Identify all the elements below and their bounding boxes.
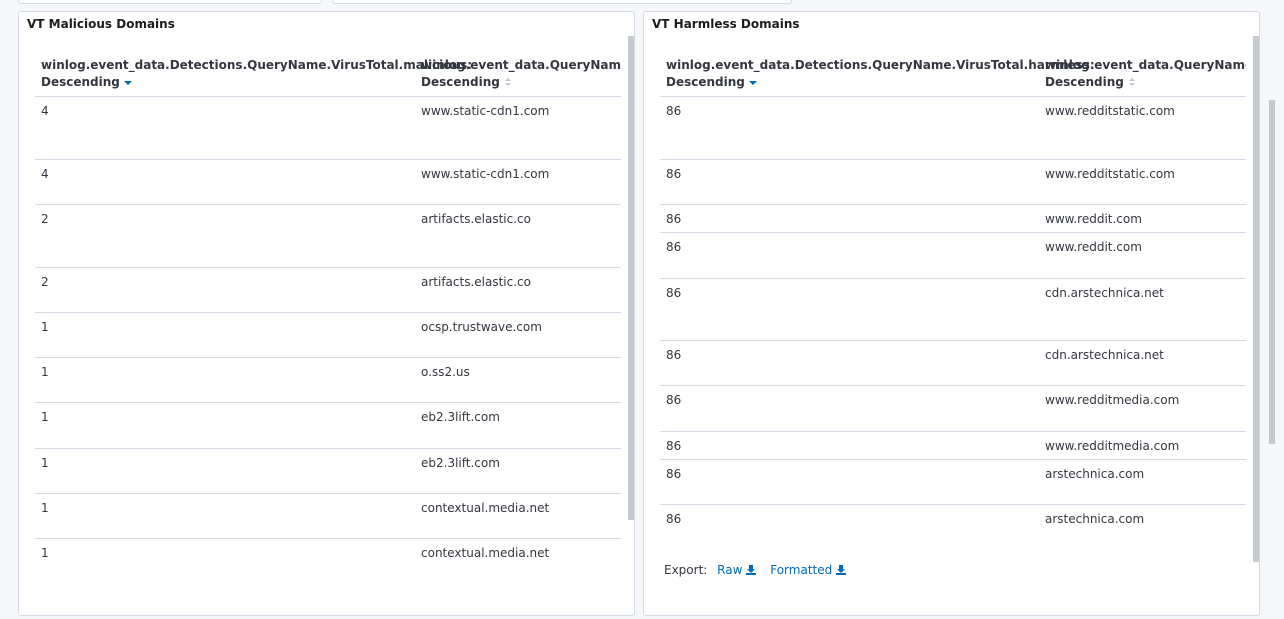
query-name: eb2.3lift.com [421, 456, 500, 470]
query-name: contextual.media.net [421, 501, 550, 515]
query-name: www.static-cdn1.com [421, 104, 550, 118]
table-row: 86 www.redditstatic.com [660, 97, 1246, 160]
export-label: Export: [664, 563, 708, 577]
export-raw-link[interactable]: Raw [717, 563, 757, 577]
query-name: www.reddit.com [1045, 212, 1142, 226]
table-row: 86 www.reddit.com [660, 233, 1246, 279]
query-name: arstechnica.com [1045, 512, 1145, 526]
harmless-count: 86 [666, 512, 682, 526]
harmless-count: 86 [666, 104, 682, 118]
table-row: 2 artifacts.elastic.co [35, 268, 621, 313]
export-bar: Export: Raw Formatted [664, 563, 847, 577]
panel-title: VT Malicious Domains [27, 17, 175, 31]
malicious-count: 4 [41, 104, 49, 118]
vertical-scrollbar[interactable] [628, 36, 634, 520]
query-name: www.reddit.com [1045, 240, 1142, 254]
sort-down-icon [748, 80, 757, 85]
harmless-count: 86 [666, 467, 682, 481]
top-panel-stub-left [18, 0, 322, 4]
table-header: winlog.event_data.Detections.QueryName.V… [35, 54, 621, 97]
query-name: contextual.media.net [421, 546, 550, 560]
table-row: 86 www.redditmedia.com [660, 386, 1246, 432]
table-row: 4 www.static-cdn1.com [35, 97, 621, 160]
download-icon [836, 565, 847, 575]
table-row: 86 cdn.arstechnica.net [660, 279, 1246, 341]
malicious-table: winlog.event_data.Detections.QueryName.V… [35, 54, 621, 574]
query-name: www.redditstatic.com [1045, 167, 1175, 181]
table-row: 86 www.redditmedia.com [660, 432, 1246, 460]
download-icon [746, 565, 757, 575]
harmless-count: 86 [666, 393, 682, 407]
table-row: 86 cdn.arstechnica.net [660, 341, 1246, 386]
query-name: o.ss2.us [421, 365, 470, 379]
harmless-count: 86 [666, 240, 682, 254]
malicious-count: 1 [41, 546, 49, 560]
query-name: ocsp.trustwave.com [421, 320, 542, 334]
column-header-query-name[interactable]: winlog.event_data.QueryName.keyword: Des… [1045, 57, 1246, 91]
sort-down-icon [123, 80, 132, 85]
vertical-scrollbar[interactable] [1253, 36, 1259, 562]
query-name: www.redditmedia.com [1045, 393, 1180, 407]
column-header-harmless[interactable]: winlog.event_data.Detections.QueryName.V… [666, 57, 1095, 91]
harmless-table: winlog.event_data.Detections.QueryName.V… [660, 54, 1246, 526]
table-row: 1 ocsp.trustwave.com [35, 313, 621, 358]
top-panel-stub-right [332, 0, 792, 4]
vt-harmless-panel: VT Harmless Domains winlog.event_data.De… [643, 11, 1260, 616]
table-row: 4 www.static-cdn1.com [35, 160, 621, 205]
table-row: 86 www.reddit.com [660, 205, 1246, 233]
malicious-count: 1 [41, 320, 49, 334]
export-formatted-label: Formatted [770, 563, 833, 577]
page-scrollbar[interactable] [1269, 100, 1275, 444]
query-name: artifacts.elastic.co [421, 212, 531, 226]
query-name: eb2.3lift.com [421, 410, 500, 424]
harmless-count: 86 [666, 212, 682, 226]
sort-label: Descending [421, 75, 500, 89]
table-header: winlog.event_data.Detections.QueryName.V… [660, 54, 1246, 97]
column-header-label: winlog.event_data.QueryName.keyword: [1045, 58, 1246, 72]
query-name: cdn.arstechnica.net [1045, 348, 1164, 362]
query-name: www.redditstatic.com [1045, 104, 1175, 118]
table-row: 1 eb2.3lift.com [35, 403, 621, 449]
sort-label: Descending [666, 75, 745, 89]
column-header-query-name[interactable]: winlog.event_data.QueryName.keyword: Des… [421, 57, 621, 91]
query-name: www.static-cdn1.com [421, 167, 550, 181]
sortable-icon [1128, 77, 1136, 88]
harmless-count: 86 [666, 286, 682, 300]
malicious-count: 2 [41, 275, 49, 289]
harmless-count: 86 [666, 167, 682, 181]
export-raw-label: Raw [717, 563, 743, 577]
column-header-label: winlog.event_data.QueryName.keyword: [421, 58, 621, 72]
column-header-label: winlog.event_data.Detections.QueryName.V… [666, 58, 1095, 72]
table-row: 1 o.ss2.us [35, 358, 621, 403]
sortable-icon [504, 77, 512, 88]
table-row: 1 eb2.3lift.com [35, 449, 621, 494]
sort-label: Descending [41, 75, 120, 89]
query-name: artifacts.elastic.co [421, 275, 531, 289]
query-name: cdn.arstechnica.net [1045, 286, 1164, 300]
malicious-count: 1 [41, 501, 49, 515]
table-row: 2 artifacts.elastic.co [35, 205, 621, 268]
column-header-malicious[interactable]: winlog.event_data.Detections.QueryName.V… [41, 57, 472, 91]
query-name: arstechnica.com [1045, 467, 1145, 481]
table-row: 1 contextual.media.net [35, 539, 621, 574]
query-name: www.redditmedia.com [1045, 439, 1180, 453]
malicious-count: 4 [41, 167, 49, 181]
sort-label: Descending [1045, 75, 1124, 89]
harmless-count: 86 [666, 348, 682, 362]
table-row: 86 arstechnica.com [660, 460, 1246, 505]
malicious-count: 1 [41, 365, 49, 379]
malicious-count: 2 [41, 212, 49, 226]
table-row: 1 contextual.media.net [35, 494, 621, 539]
panel-title: VT Harmless Domains [652, 17, 800, 31]
table-row: 86 www.redditstatic.com [660, 160, 1246, 205]
vt-malicious-panel: VT Malicious Domains winlog.event_data.D… [18, 11, 635, 616]
malicious-count: 1 [41, 410, 49, 424]
table-row: 86 arstechnica.com [660, 505, 1246, 526]
harmless-count: 86 [666, 439, 682, 453]
export-formatted-link[interactable]: Formatted [770, 563, 847, 577]
malicious-count: 1 [41, 456, 49, 470]
column-header-label: winlog.event_data.Detections.QueryName.V… [41, 58, 473, 72]
